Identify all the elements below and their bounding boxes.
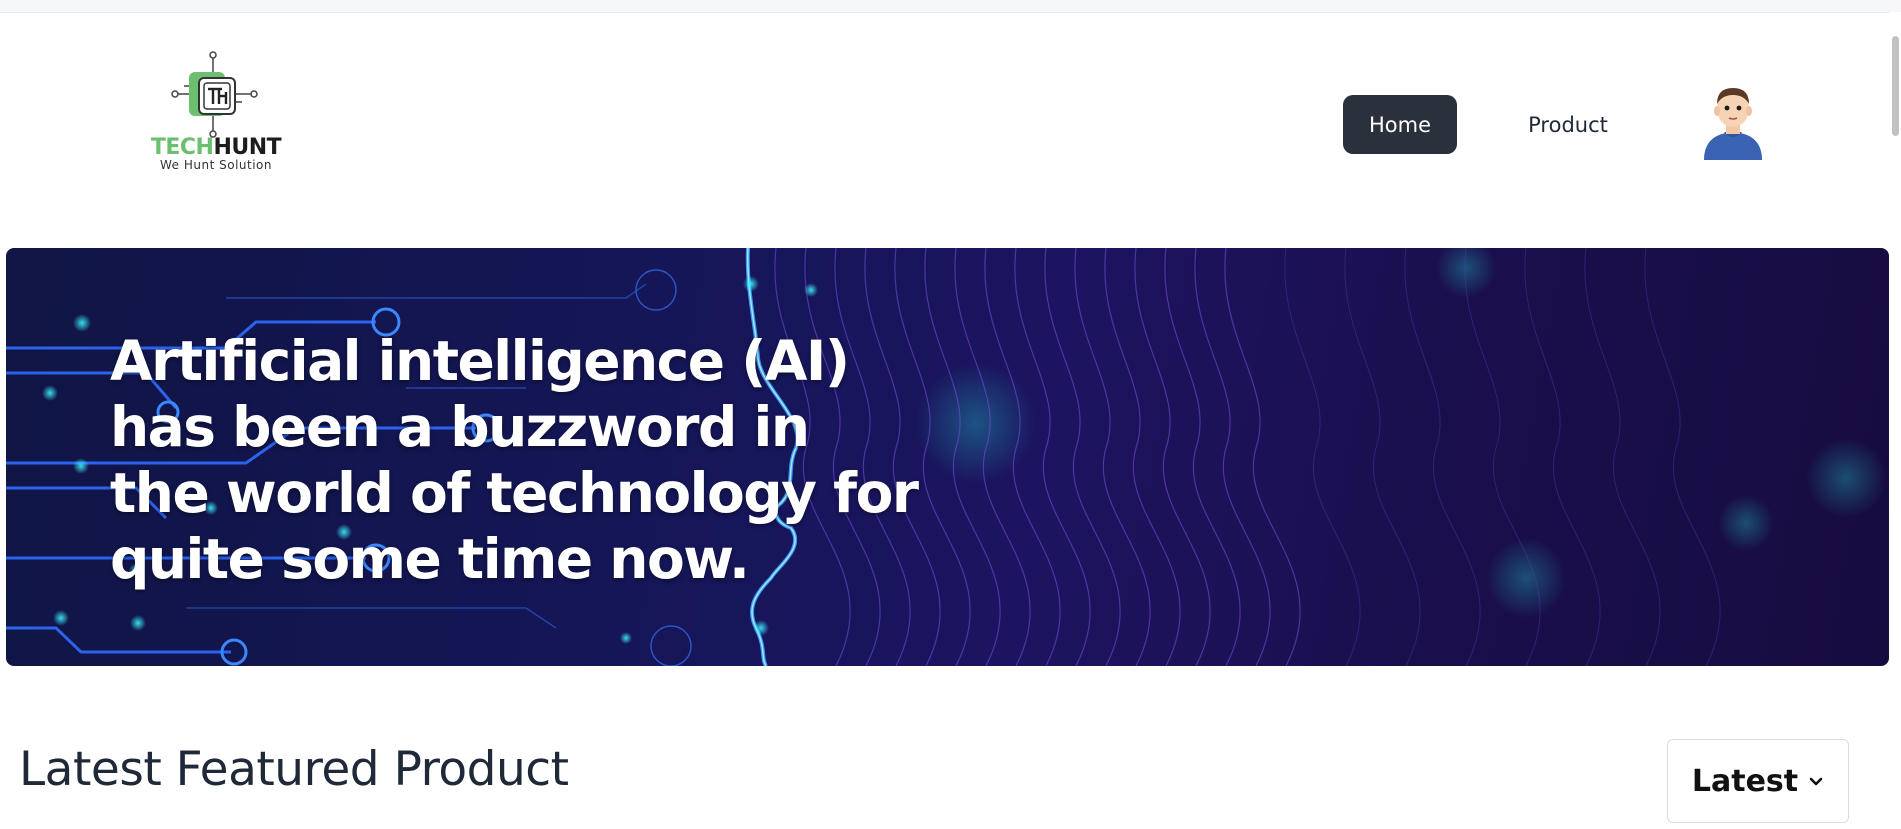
brand-tagline: We Hunt Solution [160,158,272,172]
brand-wordmark-tech: TECH [150,135,214,160]
nav-home-button[interactable]: Home [1343,95,1457,154]
brand-logo[interactable]: TECHHUNT We Hunt Solution [136,50,296,178]
browser-top-strip [0,0,1901,13]
user-avatar-icon[interactable] [1700,82,1766,160]
featured-section-title: Latest Featured Product [19,742,569,797]
chip-logo-icon [171,51,258,138]
brand-wordmark: TECHHUNT [136,136,296,160]
brand-wordmark-hunt: HUNT [213,135,282,160]
scrollbar-thumb[interactable] [1892,36,1899,136]
hero-headline: Artificial intelligence (AI) has been a … [110,329,919,591]
chevron-down-icon [1809,777,1823,786]
sort-dropdown[interactable]: Latest [1667,739,1849,823]
hero-banner: Artificial intelligence (AI) has been a … [6,248,1889,666]
nav-product-link[interactable]: Product [1508,95,1628,154]
sort-selected-value: Latest [1691,763,1799,799]
page-scrollbar[interactable] [1889,12,1901,829]
